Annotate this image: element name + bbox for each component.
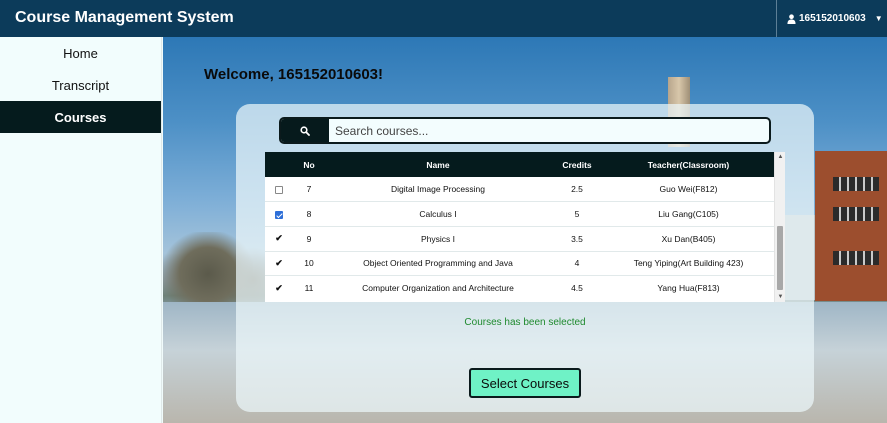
table-row: 7 Digital Image Processing 2.5 Guo Wei(F… <box>265 177 774 202</box>
search-input[interactable] <box>329 119 769 142</box>
sidebar-item-courses[interactable]: Courses <box>0 101 161 133</box>
checkmark-icon: ✔ <box>275 233 283 244</box>
cell-credits: 4 <box>574 258 580 269</box>
cell-no: 8 <box>306 209 312 220</box>
search-icon <box>300 125 310 136</box>
app-title: Course Management System <box>15 9 234 26</box>
course-panel: No Name Credits Teacher(Classroom) 7 Dig… <box>236 104 814 412</box>
top-navbar: Course Management System 165152010603 ▼ <box>0 0 887 37</box>
cell-name: Physics I <box>420 233 455 244</box>
column-header-teacher: Teacher(Classroom) <box>647 159 730 170</box>
cell-name: Calculus I <box>419 209 457 220</box>
search-button[interactable] <box>281 119 329 142</box>
sidebar-item-label: Home <box>63 45 98 61</box>
sidebar-item-transcript[interactable]: Transcript <box>0 69 161 101</box>
cell-teacher: Yang Hua(F813) <box>657 283 720 294</box>
cell-no: 10 <box>304 258 314 269</box>
sidebar-item-label: Courses <box>54 109 107 125</box>
table-row: ✔ 9 Physics I 3.5 Xu Dan(B405) <box>265 226 774 252</box>
status-message: Courses has been selected <box>464 317 586 328</box>
select-courses-button[interactable]: Select Courses <box>469 368 581 398</box>
sidebar: Home Transcript Courses <box>0 37 162 423</box>
search-bar <box>279 117 771 144</box>
column-header-no: No <box>303 159 315 170</box>
sidebar-item-label: Transcript <box>51 77 110 93</box>
scroll-up-arrow-icon[interactable]: ▲ <box>775 152 785 162</box>
main-content: Welcome, 165152010603! No Name Credits <box>163 37 887 423</box>
column-header-credits: Credits <box>562 159 592 170</box>
cell-credits: 3.5 <box>571 233 583 244</box>
scrollbar-thumb[interactable] <box>777 226 783 290</box>
user-name: 165152010603 <box>799 13 866 24</box>
cell-teacher: Xu Dan(B405) <box>661 233 716 244</box>
checkmark-icon: ✔ <box>275 282 283 293</box>
row-checkbox-checked[interactable] <box>275 210 283 219</box>
cell-name: Computer Organization and Architecture <box>362 283 514 294</box>
cell-teacher: Liu Gang(C105) <box>658 209 719 220</box>
welcome-heading: Welcome, 165152010603! <box>204 66 384 83</box>
cell-teacher: Guo Wei(F812) <box>659 184 718 195</box>
cell-credits: 2.5 <box>571 184 583 195</box>
user-menu[interactable]: 165152010603 ▼ <box>776 0 887 37</box>
column-header-name: Name <box>426 159 450 170</box>
courses-table: No Name Credits Teacher(Classroom) 7 Dig… <box>265 152 785 302</box>
cell-teacher: Teng Yiping(Art Building 423) <box>633 258 744 269</box>
checkmark-icon: ✔ <box>275 257 283 268</box>
cell-no: 7 <box>306 184 312 195</box>
table-row: ✔ 11 Computer Organization and Architect… <box>265 276 774 301</box>
cell-no: 9 <box>306 233 312 244</box>
sidebar-item-home[interactable]: Home <box>0 37 161 69</box>
cell-credits: 4.5 <box>571 283 583 294</box>
table-row: 8 Calculus I 5 Liu Gang(C105) <box>265 202 774 227</box>
cell-name: Digital Image Processing <box>390 184 485 195</box>
table-row: ✔ 10 Object Oriented Programming and Jav… <box>265 251 774 276</box>
column-header-select <box>265 152 293 177</box>
cell-name: Object Oriented Programming and Java <box>363 258 513 269</box>
cell-credits: 5 <box>574 209 580 220</box>
scroll-down-arrow-icon[interactable]: ▼ <box>775 292 785 302</box>
caret-down-icon: ▼ <box>874 14 883 23</box>
table-scrollbar[interactable]: ▲ ▼ <box>774 152 785 302</box>
cell-no: 11 <box>304 283 314 294</box>
row-checkbox[interactable] <box>275 185 283 194</box>
background-building <box>815 151 887 301</box>
user-icon <box>787 13 796 24</box>
table-header-row: No Name Credits Teacher(Classroom) <box>265 152 774 177</box>
